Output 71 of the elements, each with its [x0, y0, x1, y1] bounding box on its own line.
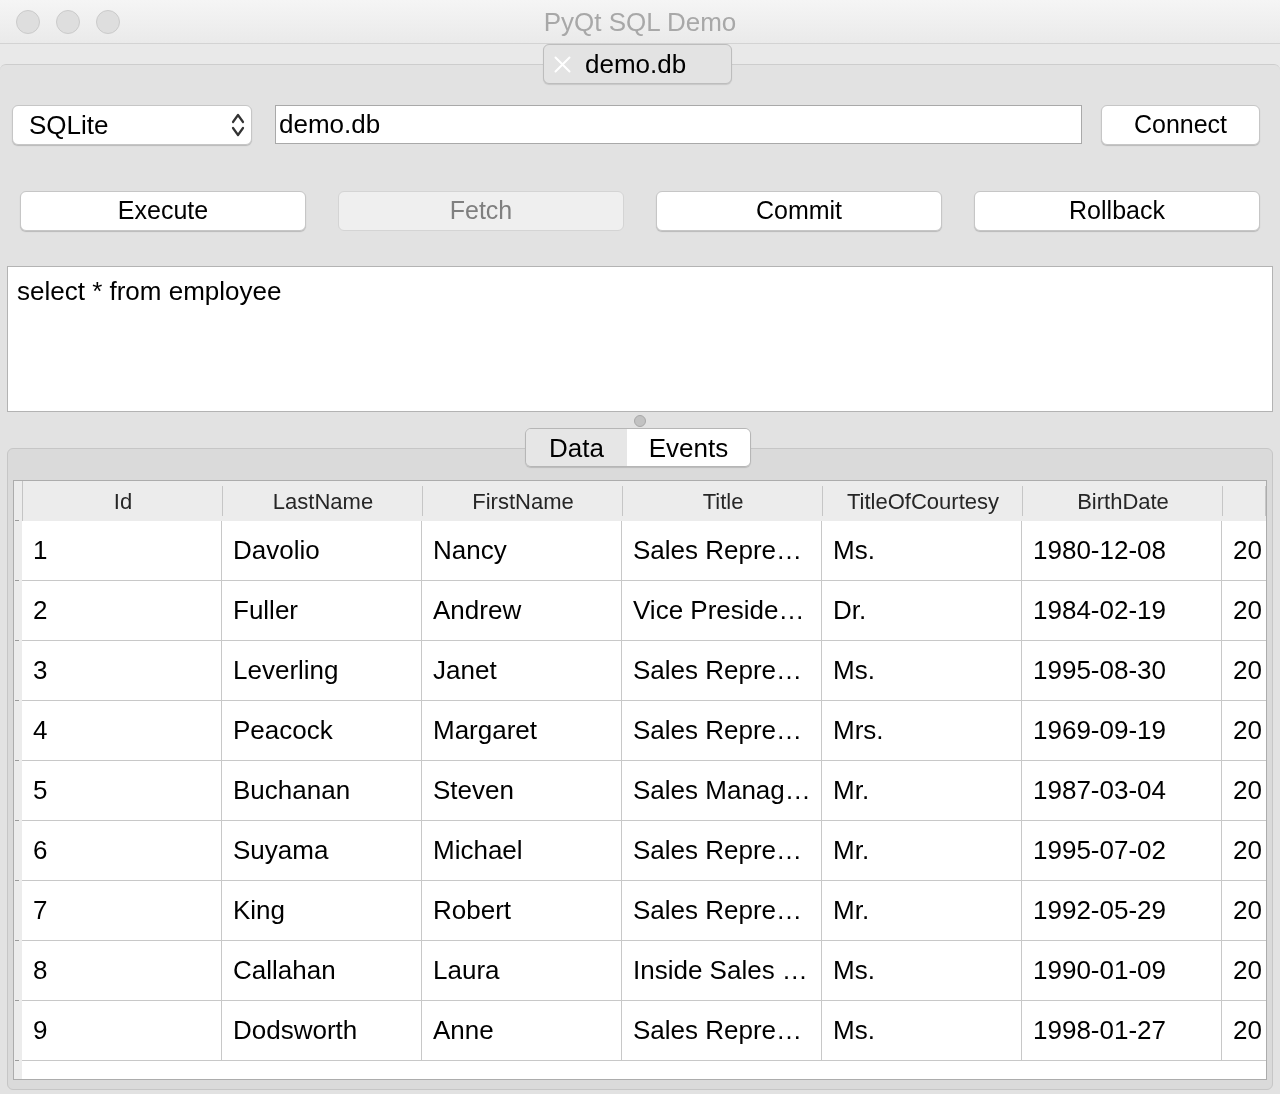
- execute-button[interactable]: Execute: [20, 191, 306, 231]
- table-cell: 6: [22, 821, 222, 881]
- table-cell: 1980-12-08: [1022, 521, 1222, 581]
- table-cell: 1969-09-19: [1022, 701, 1222, 761]
- table-cell: King: [222, 881, 422, 941]
- driver-dropdown[interactable]: SQLite: [12, 105, 252, 145]
- table-cell: Mrs.: [822, 701, 1022, 761]
- table-cell: Inside Sales …: [622, 941, 822, 1001]
- database-field[interactable]: demo.db: [275, 105, 1082, 144]
- table-cell: Steven: [422, 761, 622, 821]
- table-cell: 7: [22, 881, 222, 941]
- document-tab[interactable]: demo.db: [543, 44, 732, 84]
- table-cell: Davolio: [222, 521, 422, 581]
- table-cell: Robert: [422, 881, 622, 941]
- table-cell: Sales Repre…: [622, 821, 822, 881]
- table-cell: Sales Repre…: [622, 641, 822, 701]
- result-tab[interactable]: Data: [526, 429, 627, 466]
- table-cell: 1992-05-29: [1022, 881, 1222, 941]
- table-cell: 4: [22, 701, 222, 761]
- table-cell: Mr.: [822, 881, 1022, 941]
- table-cell: Fuller: [222, 581, 422, 641]
- table-cell: Ms.: [822, 941, 1022, 1001]
- table-cell: 1998-01-27: [1022, 1001, 1222, 1061]
- table-cell: Sales Repre…: [622, 701, 822, 761]
- table-cell: 9: [22, 1001, 222, 1061]
- updown-chevron-icon: [231, 112, 245, 138]
- splitter-handle[interactable]: [634, 415, 646, 427]
- table-cell: Dr.: [822, 581, 1022, 641]
- table-cell: 1995-08-30: [1022, 641, 1222, 701]
- table-cell: Michael: [422, 821, 622, 881]
- table-cell: 5: [22, 761, 222, 821]
- table-cell: Ms.: [822, 521, 1022, 581]
- table-cell: Ms.: [822, 641, 1022, 701]
- table-cell: 1995-07-02: [1022, 821, 1222, 881]
- table-cell: Sales Repre…: [622, 1001, 822, 1061]
- table-cell: Laura: [422, 941, 622, 1001]
- table-cell: Andrew: [422, 581, 622, 641]
- table-cell: Suyama: [222, 821, 422, 881]
- table-cell: Callahan: [222, 941, 422, 1001]
- table-cell: Margaret: [422, 701, 622, 761]
- table-cell: 1987-03-04: [1022, 761, 1222, 821]
- table-cell: Nancy: [422, 521, 622, 581]
- table-cell: Peacock: [222, 701, 422, 761]
- close-icon[interactable]: [554, 55, 571, 73]
- result-tab[interactable]: Events: [627, 429, 750, 466]
- table-cell: Dodsworth: [222, 1001, 422, 1061]
- query-editor[interactable]: select * from employee: [7, 266, 1273, 412]
- commit-button[interactable]: Commit: [656, 191, 942, 231]
- table-cell: Janet: [422, 641, 622, 701]
- table-cell: Buchanan: [222, 761, 422, 821]
- zoom-button[interactable]: [96, 9, 120, 34]
- table-cell: 1990-01-09: [1022, 941, 1222, 1001]
- table-cell: Sales Manag…: [622, 761, 822, 821]
- close-button[interactable]: [16, 9, 40, 34]
- minimize-button[interactable]: [56, 9, 80, 34]
- connect-button[interactable]: Connect: [1101, 105, 1260, 145]
- table-cell: Ms.: [822, 1001, 1022, 1061]
- table-cell: Sales Repre…: [622, 521, 822, 581]
- table-cell: Vice Preside…: [622, 581, 822, 641]
- table-cell: Sales Repre…: [622, 881, 822, 941]
- table-cell: Mr.: [822, 821, 1022, 881]
- table-cell: 1: [22, 521, 222, 581]
- table-cell: 8: [22, 941, 222, 1001]
- rollback-button[interactable]: Rollback: [974, 191, 1260, 231]
- table-cell: Leverling: [222, 641, 422, 701]
- table-cell: 3: [22, 641, 222, 701]
- table-cell: 2: [22, 581, 222, 641]
- table-cell: Mr.: [822, 761, 1022, 821]
- window-title: PyQt SQL Demo: [543, 6, 737, 37]
- table-cell: Anne: [422, 1001, 622, 1061]
- table-cell: 1984-02-19: [1022, 581, 1222, 641]
